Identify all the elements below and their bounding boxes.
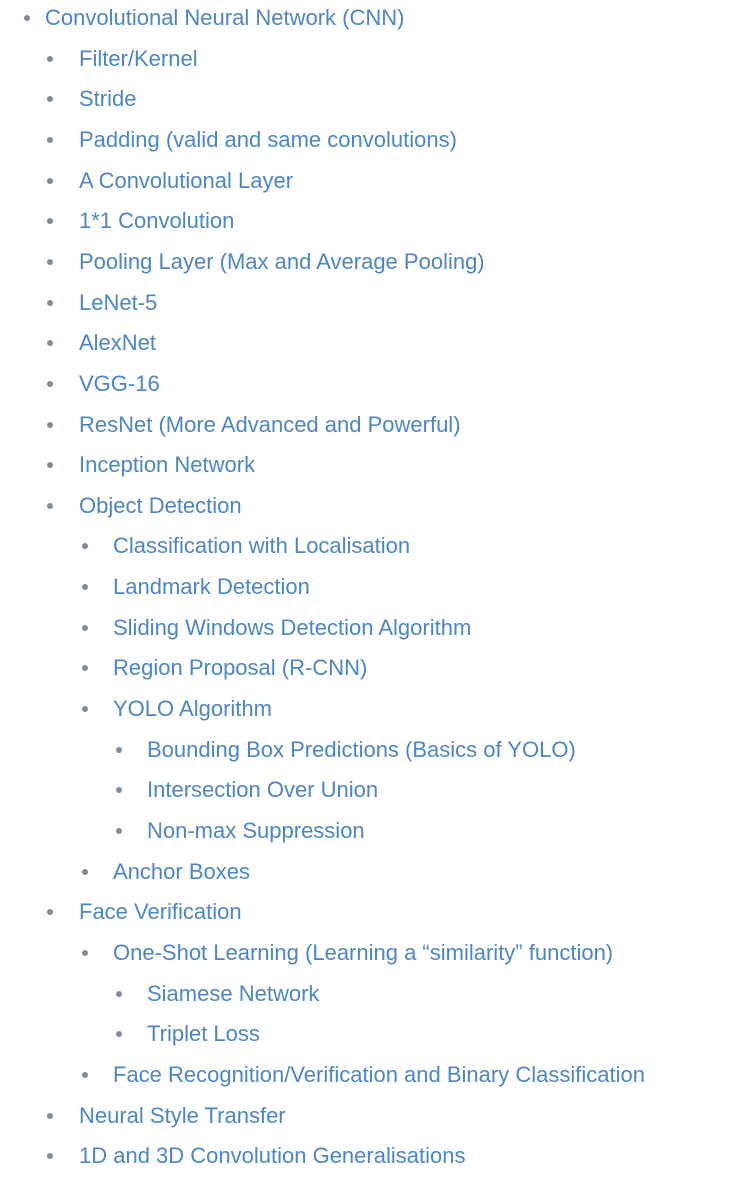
outline-item-label: ResNet (More Advanced and Powerful) [79, 411, 461, 437]
bullet-icon [116, 828, 122, 834]
bullet-icon [82, 543, 88, 550]
outline-item-label: 1*1 Convolution [79, 208, 235, 234]
outline-item-label: Face Recognition/Verification and Binary… [113, 1061, 645, 1087]
bullet-icon [24, 15, 30, 21]
bullet-icon [47, 462, 53, 469]
outline-item-label: Face Verification [79, 899, 242, 925]
outline-item-label: Classification with Localisation [113, 533, 411, 559]
bullet-icon [47, 258, 53, 265]
outline-item-label: Landmark Detection [113, 574, 310, 600]
bullet-icon [82, 665, 88, 672]
outline-item-label: Padding (valid and same convolutions) [79, 126, 457, 152]
bullet-icon [47, 1112, 53, 1119]
outline-item-label: Inception Network [79, 452, 256, 478]
outline-item-label: A Convolutional Layer [79, 167, 294, 193]
bullet-icon [47, 909, 53, 916]
bullet-icon [116, 1031, 122, 1038]
bullet-icon [116, 787, 122, 794]
bullet-icon [82, 706, 88, 712]
bullet-icon [47, 340, 53, 347]
bullet-icon [82, 624, 88, 631]
outline-item-label: Pooling Layer (Max and Average Pooling) [79, 248, 485, 274]
outline-item-label: YOLO Algorithm [113, 696, 272, 721]
bullet-icon [47, 96, 53, 103]
bullet-icon [47, 502, 53, 509]
bullet-icon [82, 949, 88, 956]
bullet-icon [82, 1071, 88, 1078]
bullet-icon [47, 55, 53, 62]
outline-item-label: Filter/Kernel [79, 45, 198, 71]
outline-item-label: VGG-16 [79, 370, 160, 396]
outline-item-label: Neural Style Transfer [79, 1102, 286, 1128]
bullet-icon [47, 380, 53, 387]
bullet-icon [116, 990, 122, 997]
outline-item-label: Stride [79, 86, 137, 112]
outline-item-label: Non-max Suppression [147, 818, 365, 843]
bullet-icon [116, 746, 122, 753]
outline-item-label: Object Detection [79, 492, 242, 518]
outline-item-label: Bounding Box Predictions (Basics of YOLO… [147, 736, 576, 762]
outline-item-label: AlexNet [79, 330, 157, 356]
bullet-icon [47, 218, 53, 225]
outline-item-label: Triplet Loss [147, 1021, 260, 1047]
bullet-icon [47, 177, 53, 184]
bullet-icon [47, 136, 53, 143]
outline-item-label: LeNet-5 [79, 289, 158, 315]
outline-item-label: One-Shot Learning (Learning a “similarit… [113, 939, 614, 965]
bullet-icon [82, 584, 88, 591]
outline-item-label: Siamese Network [147, 980, 320, 1006]
outline-item-label: Convolutional Neural Network (CNN) [45, 5, 405, 30]
bullet-icon [82, 868, 88, 875]
outline-item-label: Region Proposal (R-CNN) [113, 655, 368, 681]
outline-item-label: 1D and 3D Convolution Generalisations [79, 1143, 466, 1169]
outline-item-label: Intersection Over Union [147, 777, 379, 803]
outline-item-label: Anchor Boxes [113, 858, 250, 884]
bullet-icon [47, 1153, 53, 1160]
bullet-icon [47, 299, 53, 306]
bullet-icon [47, 421, 53, 428]
outline-item-label: Sliding Windows Detection Algorithm [113, 614, 472, 640]
